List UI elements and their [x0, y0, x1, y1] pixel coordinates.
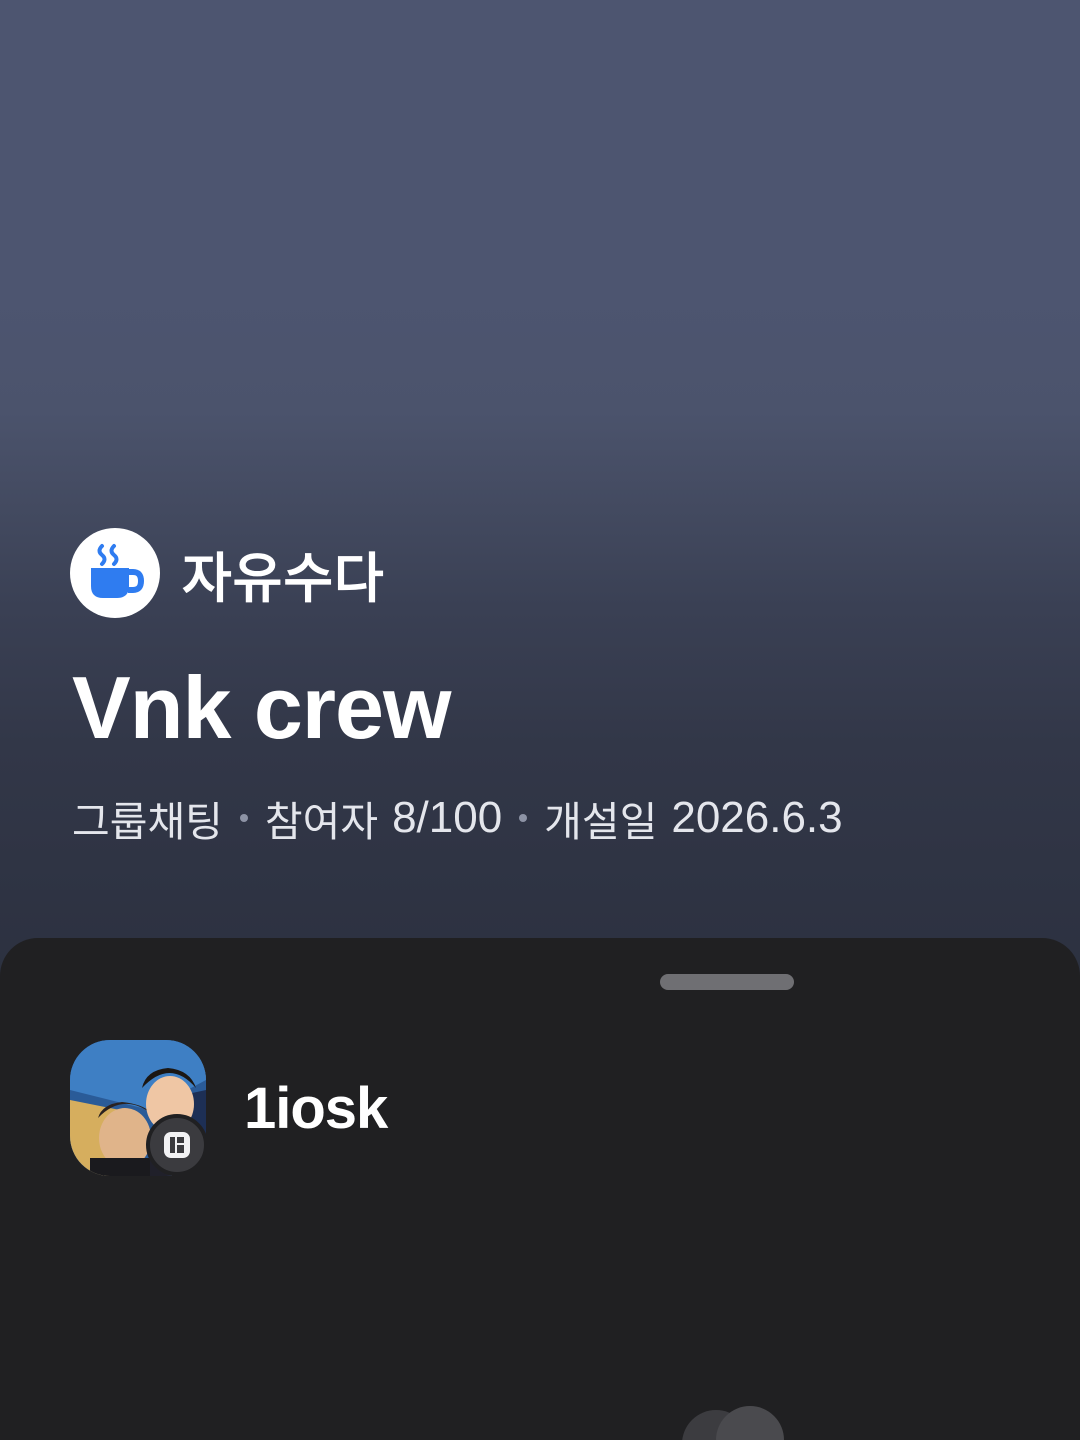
member-sheet: 1iosk: [0, 938, 1080, 1440]
sheet-drag-handle[interactable]: [660, 974, 794, 990]
open-chat-profile-screen: 자유수다 Vnk crew 그룹채팅 참여자 8/100 개설일 2026.6.…: [0, 0, 1080, 1440]
member-avatar-container[interactable]: [70, 1040, 208, 1176]
separator-dot: [519, 814, 528, 822]
room-category: 자유수다: [70, 528, 385, 618]
room-meta: 그룹채팅 참여자 8/100 개설일 2026.6.3: [72, 790, 843, 846]
separator-dot: [239, 814, 248, 822]
participants-label: 참여자: [264, 798, 379, 846]
created-date: 2026.6.3: [671, 793, 843, 842]
room-type: 그룹채팅: [72, 798, 223, 846]
category-label: 자유수다: [182, 546, 385, 610]
created-label: 개설일: [544, 798, 658, 846]
chat-bubble-icon[interactable]: [676, 1404, 786, 1440]
coffee-cup-icon: [70, 528, 160, 618]
member-name[interactable]: 1iosk: [244, 1075, 388, 1142]
host-badge-icon: [146, 1114, 208, 1176]
member-list-item[interactable]: 1iosk: [70, 1040, 388, 1176]
participants-count: 8/100: [392, 793, 503, 842]
room-title: Vnk crew: [72, 658, 451, 757]
